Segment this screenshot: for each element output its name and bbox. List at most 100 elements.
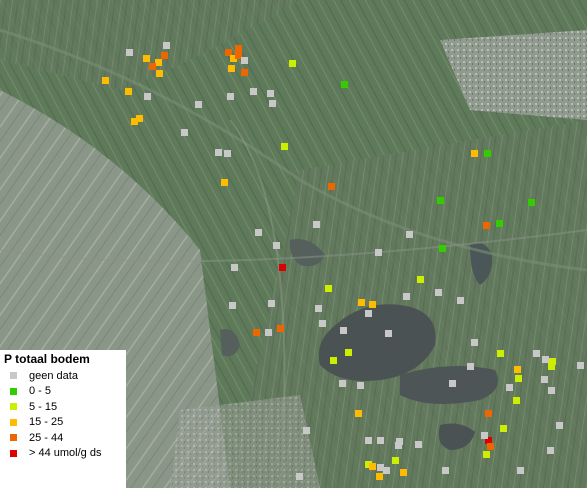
sample-point-marker xyxy=(405,230,413,238)
sample-point-marker xyxy=(470,338,478,346)
sample-point-marker xyxy=(546,446,554,454)
sample-point-marker xyxy=(394,441,402,449)
sample-point-marker xyxy=(441,466,449,474)
sample-point-marker xyxy=(541,355,549,363)
sample-point-marker xyxy=(329,356,337,364)
sample-point-marker xyxy=(327,182,335,190)
sample-point-marker xyxy=(268,99,276,107)
legend-swatch xyxy=(10,449,17,457)
sample-point-marker xyxy=(194,100,202,108)
sample-point-marker xyxy=(226,92,234,100)
legend-item: > 44 umol/g ds xyxy=(4,446,122,462)
sample-point-marker xyxy=(124,87,132,95)
sample-point-marker xyxy=(339,326,347,334)
sample-point-marker xyxy=(434,288,442,296)
sample-point-marker xyxy=(254,228,262,236)
sample-point-marker xyxy=(414,440,422,448)
sample-point-marker xyxy=(374,248,382,256)
sample-point-marker xyxy=(338,379,346,387)
sample-point-marker xyxy=(513,365,521,373)
sample-point-marker xyxy=(527,198,535,206)
sample-point-marker xyxy=(482,450,490,458)
legend-item: geen data xyxy=(4,368,122,384)
sample-point-marker xyxy=(314,304,322,312)
sample-point-marker xyxy=(456,296,464,304)
sample-point-marker xyxy=(483,149,491,157)
sample-point-marker xyxy=(155,69,163,77)
legend-label: 15 - 25 xyxy=(29,416,64,429)
sample-point-marker xyxy=(382,466,390,474)
sample-point-marker xyxy=(135,114,143,122)
sample-point-marker xyxy=(160,51,168,59)
legend-label: 5 - 15 xyxy=(29,400,58,413)
sample-point-marker xyxy=(482,221,490,229)
sample-point-marker xyxy=(470,149,478,157)
sample-point-marker xyxy=(438,244,446,252)
sample-point-marker xyxy=(278,263,286,271)
sample-point-marker xyxy=(324,284,332,292)
legend-item: 5 - 15 xyxy=(4,399,122,415)
sample-point-marker xyxy=(496,349,504,357)
sample-point-marker xyxy=(142,54,150,62)
sample-point-marker xyxy=(252,328,260,336)
sample-point-marker xyxy=(466,362,474,370)
sample-point-marker xyxy=(532,349,540,357)
sample-point-marker xyxy=(227,64,235,72)
sample-point-marker xyxy=(448,379,456,387)
sample-point-marker xyxy=(516,466,524,474)
sample-point-marker xyxy=(391,456,399,464)
sample-point-marker xyxy=(484,409,492,417)
sample-point-marker xyxy=(548,357,556,365)
sample-point-marker xyxy=(230,263,238,271)
sample-point-marker xyxy=(375,472,383,480)
sample-point-marker xyxy=(148,62,156,70)
sample-point-marker xyxy=(249,87,257,95)
sample-point-marker xyxy=(364,436,372,444)
sample-point-marker xyxy=(143,92,151,100)
sample-point-marker xyxy=(318,319,326,327)
sample-point-marker xyxy=(436,196,444,204)
legend-swatch xyxy=(10,387,17,395)
sample-point-marker xyxy=(399,468,407,476)
legend-item: 25 - 44 xyxy=(4,430,122,446)
map-view[interactable]: P totaal bodem geen data 0 - 5 5 - 15 15… xyxy=(0,0,587,488)
sample-point-marker xyxy=(312,220,320,228)
sample-point-marker xyxy=(288,59,296,67)
legend-swatch xyxy=(10,403,17,411)
sample-point-marker xyxy=(495,219,503,227)
legend-swatch xyxy=(10,372,17,380)
sample-point-marker xyxy=(480,431,488,439)
sample-point-marker xyxy=(364,309,372,317)
sample-point-marker xyxy=(214,148,222,156)
sample-point-marker xyxy=(555,421,563,429)
sample-point-marker xyxy=(576,361,584,369)
legend-label: 25 - 44 xyxy=(29,431,64,444)
sample-point-marker xyxy=(357,298,365,306)
legend-title: P totaal bodem xyxy=(4,352,90,366)
sample-point-marker xyxy=(162,41,170,49)
sample-point-marker xyxy=(240,56,248,64)
sample-point-marker xyxy=(154,58,162,66)
legend-swatch xyxy=(10,418,17,426)
sample-point-marker xyxy=(266,89,274,97)
sample-point-marker xyxy=(540,375,548,383)
legend-item: 0 - 5 xyxy=(4,384,122,400)
sample-point-marker xyxy=(264,328,272,336)
sample-point-marker xyxy=(180,128,188,136)
sample-point-marker xyxy=(499,424,507,432)
legend-label: > 44 umol/g ds xyxy=(29,447,102,460)
sample-point-marker xyxy=(240,68,248,76)
legend-label: geen data xyxy=(29,369,78,382)
sample-point-marker xyxy=(505,383,513,391)
sample-point-marker xyxy=(276,324,284,332)
sample-point-marker xyxy=(512,396,520,404)
sample-point-marker xyxy=(402,292,410,300)
legend-item: 15 - 25 xyxy=(4,415,122,431)
legend-swatch xyxy=(10,434,17,442)
sample-point-marker xyxy=(486,442,494,450)
sample-point-marker xyxy=(514,374,522,382)
sample-point-marker xyxy=(272,241,280,249)
sample-point-marker xyxy=(376,436,384,444)
sample-point-marker xyxy=(302,426,310,434)
sample-point-marker xyxy=(368,462,376,470)
